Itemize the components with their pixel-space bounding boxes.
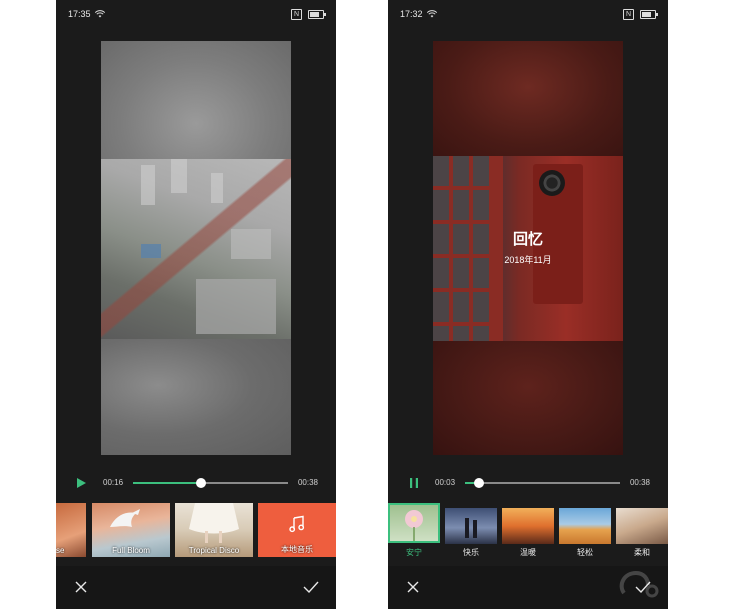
video-preview[interactable]: 回忆 2018年11月 (433, 41, 623, 455)
phone-screen-left: 17:35 N 00:16 00:38 se Full Bloom Tropic… (56, 0, 336, 609)
wifi-icon (94, 10, 105, 18)
phone-screen-right: 17:32 N 回忆 2018年11月 00:03 00:38 安宁 快乐 温暖… (388, 0, 668, 609)
video-preview[interactable] (101, 41, 291, 455)
total-time: 00:38 (629, 478, 650, 487)
nfc-icon: N (623, 8, 634, 20)
flower-image (405, 510, 423, 541)
couple-image (465, 518, 477, 538)
current-time: 00:03 (435, 478, 456, 487)
style-tile-rouhe[interactable]: 柔和 (616, 503, 668, 557)
playback-controls: 00:03 00:38 (388, 472, 668, 494)
wifi-icon (426, 10, 437, 18)
overlay-title: 回忆 (512, 231, 543, 248)
style-thumb (559, 508, 611, 544)
style-thumb (616, 508, 668, 544)
music-tile-label: 本地音乐 (281, 545, 313, 554)
style-thumb (502, 508, 554, 544)
style-tile-anning[interactable]: 安宁 (388, 503, 440, 557)
style-tile-label: 柔和 (634, 548, 650, 557)
progress-slider[interactable] (133, 478, 288, 488)
style-tile-label: 安宁 (406, 548, 422, 557)
blurred-background-bottom (433, 341, 623, 455)
style-tile-qingsong[interactable]: 轻松 (559, 503, 611, 557)
nfc-icon: N (291, 8, 302, 20)
music-tile-tropical-disco[interactable]: Tropical Disco (175, 503, 253, 557)
status-bar: 17:32 N (388, 0, 668, 28)
dove-image (110, 509, 140, 527)
check-icon[interactable] (303, 581, 319, 593)
battery-icon (640, 9, 658, 19)
style-tile-kuaile[interactable]: 快乐 (445, 503, 497, 557)
progress-fill (133, 482, 202, 484)
pause-icon[interactable] (408, 477, 420, 489)
style-tile-label: 轻松 (577, 548, 593, 557)
music-tile-label: Tropical Disco (188, 546, 240, 555)
blurred-background-top (433, 41, 623, 156)
overlay-date: 2018年11月 (504, 255, 552, 265)
style-tile-label: 温暖 (520, 548, 536, 557)
music-tile-full-bloom[interactable]: Full Bloom (92, 503, 170, 557)
progress-knob[interactable] (473, 478, 484, 488)
status-time: 17:35 (68, 9, 91, 19)
playback-controls: 00:16 00:38 (56, 472, 336, 494)
blurred-background-top (101, 41, 291, 159)
preview-photo-city (101, 159, 291, 339)
total-time: 00:38 (297, 478, 318, 487)
style-thumb (388, 503, 440, 543)
music-note-icon (289, 515, 305, 533)
rotary-dial-image (539, 170, 565, 196)
dress-image (189, 503, 239, 543)
music-tile-label: Full Bloom (112, 546, 150, 555)
music-tile-local-music[interactable]: 本地音乐 (258, 503, 336, 557)
style-tile-wennuan[interactable]: 温暖 (502, 503, 554, 557)
bottom-action-bar (56, 566, 336, 609)
play-icon[interactable] (75, 477, 87, 489)
progress-slider[interactable] (465, 478, 620, 488)
battery-icon (308, 9, 326, 19)
music-tile-label: se (56, 546, 65, 555)
style-selector: 安宁 快乐 温暖 轻松 柔和 (388, 503, 668, 557)
status-time: 17:32 (400, 9, 423, 19)
style-thumb (445, 508, 497, 544)
current-time: 00:16 (103, 478, 124, 487)
watermark-logo-icon (619, 570, 659, 598)
music-selector: se Full Bloom Tropical Disco 本地音乐 (56, 503, 336, 557)
close-icon[interactable] (407, 581, 419, 593)
progress-knob[interactable] (196, 478, 207, 488)
style-tile-label: 快乐 (463, 548, 479, 557)
blurred-background-bottom (101, 339, 291, 455)
close-icon[interactable] (75, 581, 87, 593)
status-bar: 17:35 N (56, 0, 336, 28)
music-tile[interactable]: se (56, 503, 86, 557)
